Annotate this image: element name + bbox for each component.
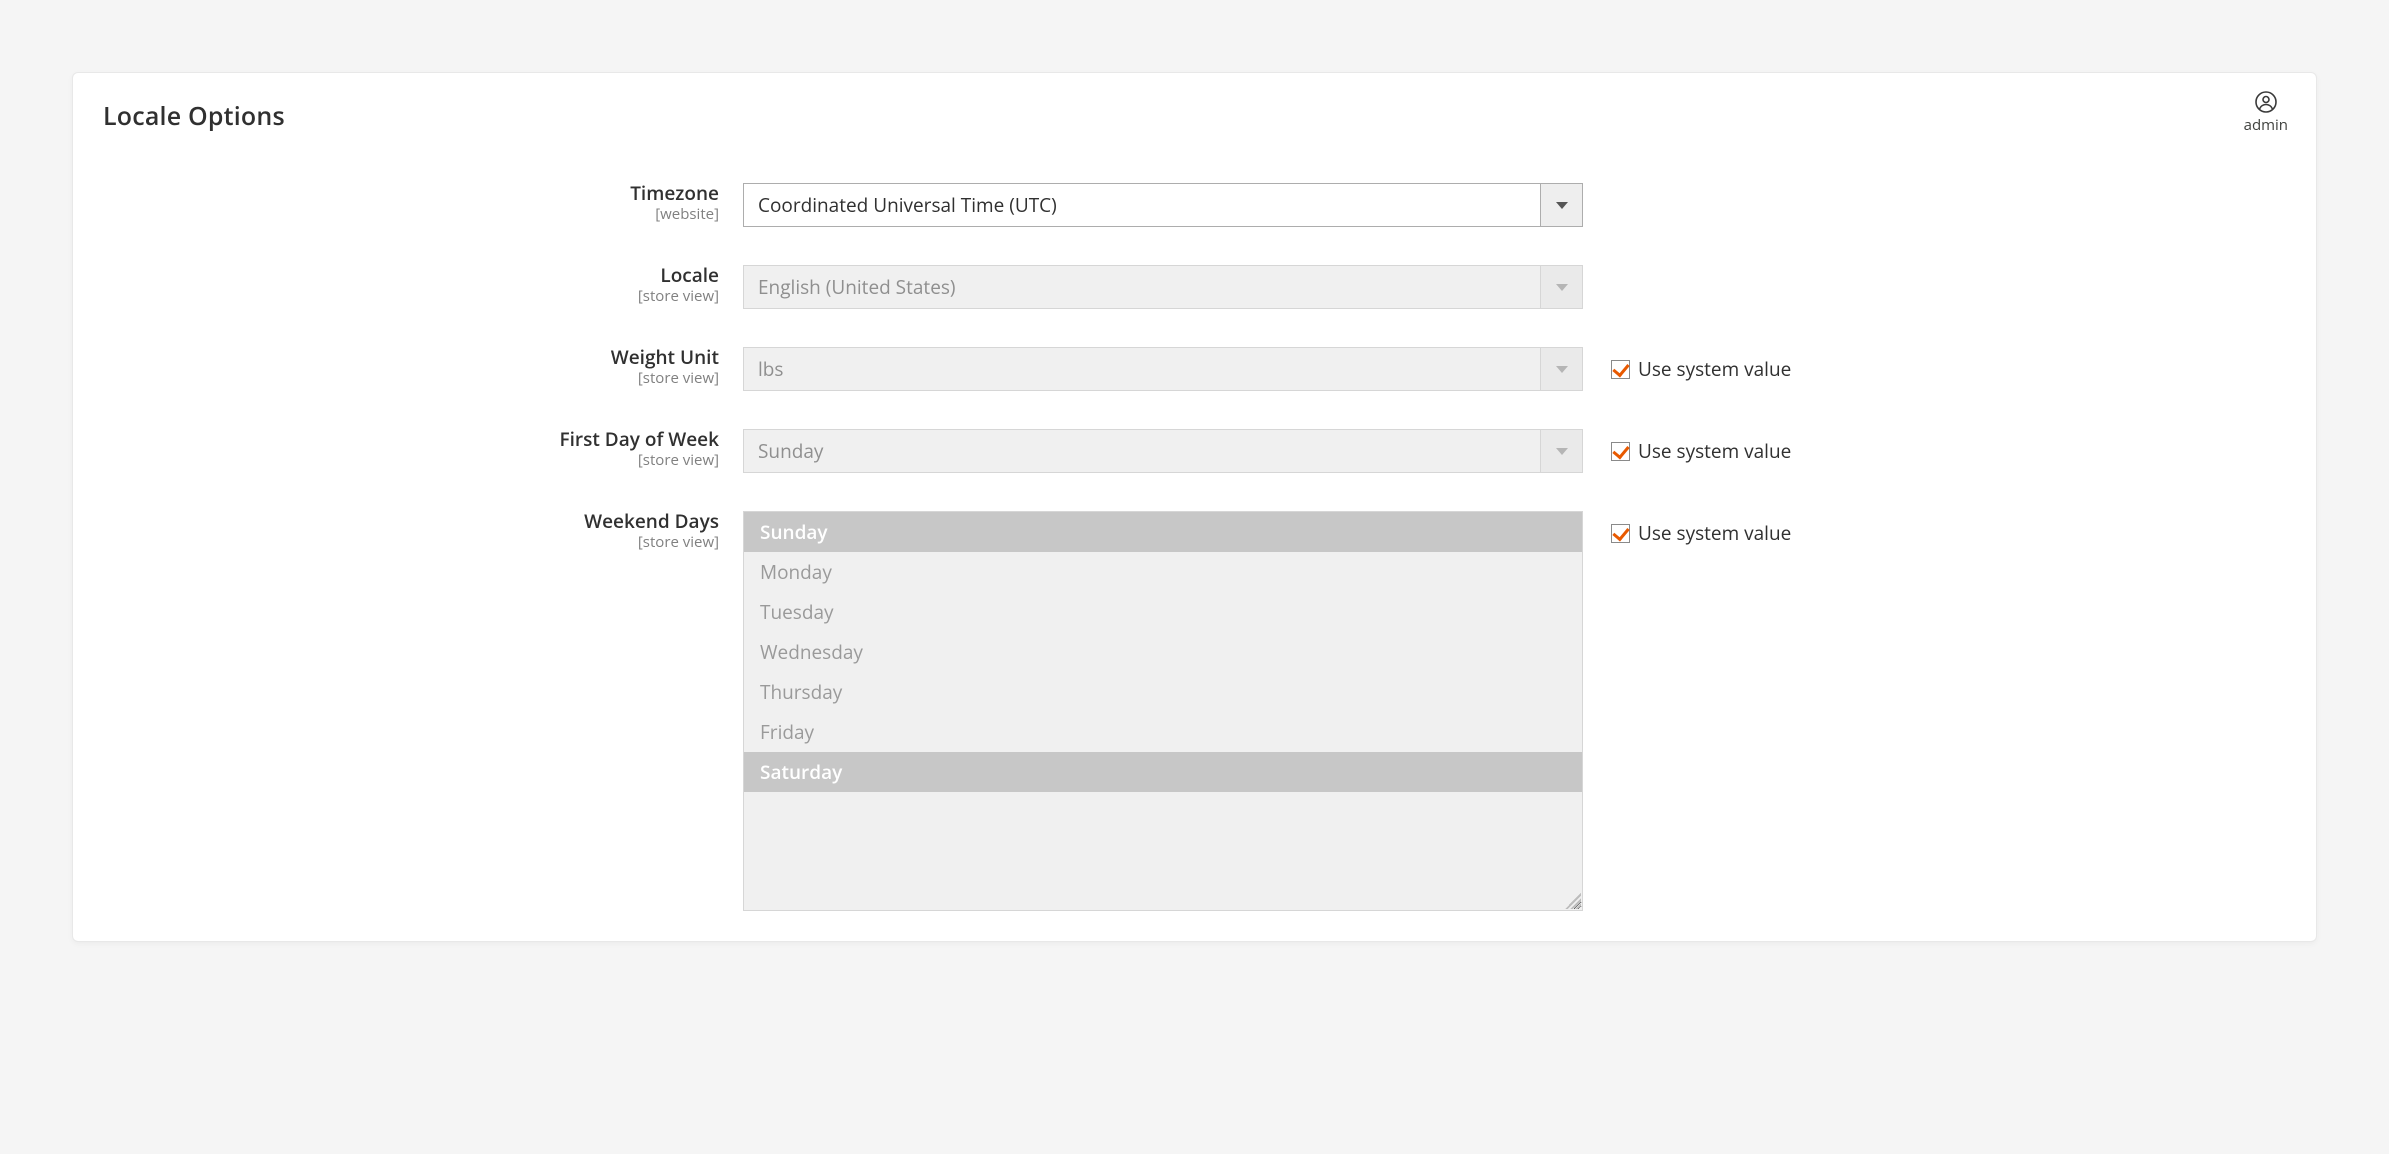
weekend-days-use-system-checkbox[interactable]: Use system value (1611, 520, 1791, 546)
weight-unit-label: Weight Unit (611, 344, 719, 370)
locale-fieldset: Timezone [website] Coordinated Universal… (103, 183, 2286, 911)
weight-unit-value: lbs (744, 348, 1540, 390)
weight-unit-scope: [store view] (103, 370, 719, 387)
use-system-label: Use system value (1638, 520, 1791, 546)
first-day-value: Sunday (744, 430, 1540, 472)
weekend-days-option: Wednesday (744, 632, 1582, 672)
weekend-days-scope: [store view] (103, 534, 719, 551)
weekend-days-option: Saturday (744, 752, 1582, 792)
timezone-scope: [website] (103, 206, 719, 223)
admin-account-button[interactable]: admin (2244, 91, 2288, 135)
weight-unit-use-system-checkbox[interactable]: Use system value (1611, 356, 1791, 382)
field-weight-unit: Weight Unit [store view] lbs Use system … (103, 347, 2286, 391)
weekend-days-option: Monday (744, 552, 1582, 592)
locale-options-panel: Locale Options admin Timezone [website] … (72, 72, 2317, 942)
locale-select: English (United States) (743, 265, 1583, 309)
field-weekend-days: Weekend Days [store view] SundayMondayTu… (103, 511, 2286, 911)
use-system-label: Use system value (1638, 438, 1791, 464)
timezone-select[interactable]: Coordinated Universal Time (UTC) (743, 183, 1583, 227)
field-timezone: Timezone [website] Coordinated Universal… (103, 183, 2286, 227)
checkbox-input[interactable] (1611, 442, 1630, 461)
chevron-down-icon (1540, 348, 1582, 390)
weight-unit-select: lbs (743, 347, 1583, 391)
checkbox-input[interactable] (1611, 524, 1630, 543)
weekend-days-option: Sunday (744, 512, 1582, 552)
chevron-down-icon[interactable] (1540, 184, 1582, 226)
chevron-down-icon (1540, 266, 1582, 308)
first-day-use-system-checkbox[interactable]: Use system value (1611, 438, 1791, 464)
checkbox-input[interactable] (1611, 360, 1630, 379)
weekend-days-label: Weekend Days (584, 508, 719, 534)
locale-scope: [store view] (103, 288, 719, 305)
chevron-down-icon (1540, 430, 1582, 472)
use-system-label: Use system value (1638, 356, 1791, 382)
first-day-select: Sunday (743, 429, 1583, 473)
field-first-day-of-week: First Day of Week [store view] Sunday Us… (103, 429, 2286, 473)
weekend-days-option: Tuesday (744, 592, 1582, 632)
user-icon (2254, 91, 2278, 115)
locale-label: Locale (660, 262, 719, 288)
first-day-scope: [store view] (103, 452, 719, 469)
weekend-days-option: Thursday (744, 672, 1582, 712)
weekend-days-option: Friday (744, 712, 1582, 752)
section-title: Locale Options (103, 99, 2286, 133)
locale-value: English (United States) (744, 266, 1540, 308)
timezone-value: Coordinated Universal Time (UTC) (744, 184, 1540, 226)
field-locale: Locale [store view] English (United Stat… (103, 265, 2286, 309)
weekend-days-multiselect: SundayMondayTuesdayWednesdayThursdayFrid… (743, 511, 1583, 911)
admin-label: admin (2244, 115, 2288, 135)
first-day-label: First Day of Week (559, 426, 719, 452)
timezone-label: Timezone (630, 180, 719, 206)
